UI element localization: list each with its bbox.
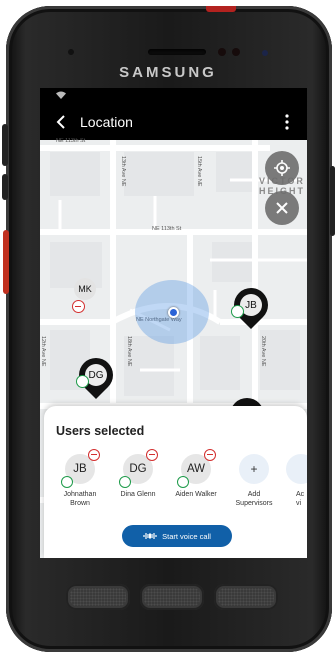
key-texture	[218, 588, 274, 606]
ptt-key[interactable]	[3, 230, 9, 294]
sheet-heading: Users selected	[56, 424, 145, 438]
person-status-icon	[177, 476, 189, 488]
user-name: Aiden Walker	[175, 491, 217, 498]
selected-user-dg[interactable]: DG Dina Glenn	[108, 449, 168, 499]
remove-user-icon[interactable]	[204, 449, 216, 461]
street-label: NE 113th St	[152, 226, 182, 232]
selected-user-aw[interactable]: AW Aiden Walker	[166, 449, 226, 499]
remove-user-icon[interactable]	[88, 449, 100, 461]
power-key[interactable]	[330, 166, 335, 236]
street-label: 13th Ave NE	[120, 156, 126, 187]
user-status-icon	[231, 305, 244, 318]
avatar-initials: AW	[186, 463, 206, 475]
user-marker-mk[interactable]: MK	[72, 278, 96, 313]
back-arrow-icon[interactable]	[52, 112, 72, 132]
street-label: 15th Ave NE	[196, 156, 202, 187]
crosshair-icon	[274, 160, 290, 176]
user-initials: MK	[74, 278, 96, 300]
selected-user-jb[interactable]: JB Johnathan Brown	[50, 449, 110, 508]
street-label: 12th Ave NE	[40, 336, 46, 367]
app-bar: Location	[40, 104, 307, 140]
users-selected-sheet: Users selected JB Johnathan Brown DG Din…	[44, 406, 307, 558]
avatar: JB	[61, 449, 100, 488]
person-status-icon	[61, 476, 73, 488]
avatar: AW	[177, 449, 216, 488]
user-marker-dg[interactable]: DG	[71, 350, 121, 402]
key-texture	[70, 588, 126, 606]
add-supervisors-button[interactable]: + Add Supervisors	[224, 454, 284, 508]
volume-up-key[interactable]	[2, 124, 8, 166]
user-status-icon	[76, 375, 89, 388]
key-texture	[144, 588, 200, 606]
earpiece-speaker	[148, 49, 206, 55]
front-camera	[218, 48, 226, 56]
action-label: Ac vi	[296, 491, 305, 507]
more-options-icon[interactable]	[283, 113, 291, 131]
action-icon	[286, 454, 307, 484]
avatar-initials: JB	[73, 463, 87, 475]
phone-screen: Location NE 113th St NE 113th St NE Nort…	[40, 88, 307, 558]
offline-status-icon	[72, 300, 85, 313]
indicator-led	[262, 50, 268, 56]
partial-action-button[interactable]: Ac vi	[280, 454, 307, 508]
start-voice-call-button[interactable]: Start voice call	[122, 525, 232, 547]
avatar-initials: DG	[129, 463, 147, 475]
user-marker-jb[interactable]: JB	[226, 280, 276, 332]
status-bar	[40, 88, 307, 104]
person-status-icon	[119, 476, 131, 488]
home-key[interactable]	[140, 584, 204, 610]
my-location-dot	[168, 307, 179, 318]
voice-button-label: Start voice call	[162, 531, 211, 541]
back-key[interactable]	[214, 584, 278, 610]
street-label: NE 113th St	[56, 138, 86, 144]
user-name: Johnathan Brown	[63, 491, 97, 507]
clear-selection-button[interactable]	[265, 191, 299, 225]
add-label: Add Supervisors	[235, 491, 273, 507]
volume-down-key[interactable]	[2, 174, 8, 200]
add-icon: +	[239, 454, 269, 484]
close-icon	[276, 202, 288, 214]
avatar: DG	[119, 449, 158, 488]
voice-wave-icon	[143, 533, 157, 539]
proximity-sensor	[232, 48, 240, 56]
recenter-button[interactable]	[265, 151, 299, 185]
wifi-icon	[56, 91, 66, 99]
user-name: Dina Glenn	[120, 491, 156, 498]
street-label: 20th Ave NE	[260, 336, 266, 367]
sensor	[68, 49, 74, 55]
device-top-clip	[206, 6, 236, 12]
remove-user-icon[interactable]	[146, 449, 158, 461]
page-title: Location	[80, 114, 133, 130]
street-label: 18th Ave NE	[126, 336, 132, 367]
recents-key[interactable]	[66, 584, 130, 610]
brand-logo: SAMSUNG	[119, 64, 217, 81]
